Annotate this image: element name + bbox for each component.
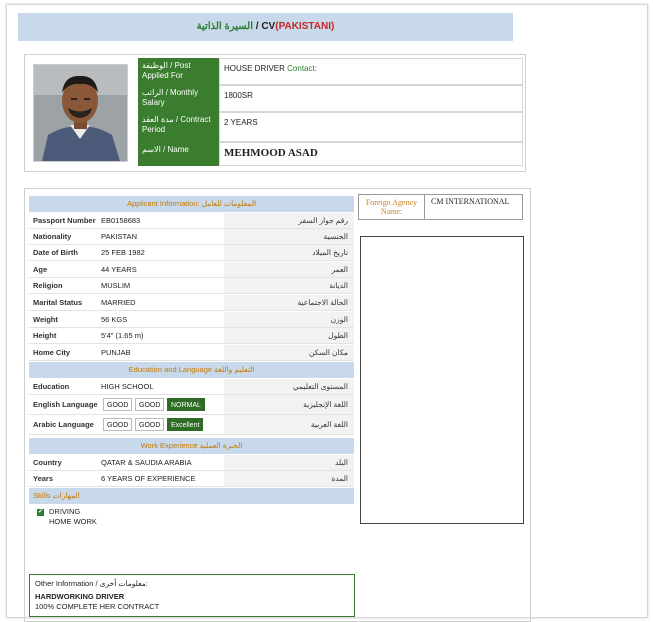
skills-header: Skills المهارات <box>29 488 354 504</box>
english-level-2: GOOD <box>135 398 165 411</box>
summary-box: الوظيفة / Post Applied For HOUSE DRIVER … <box>24 54 526 172</box>
arabic-level-selected: Excellent <box>167 418 204 431</box>
work-experience-header: Work Experience الخبرة العملية <box>29 438 354 454</box>
height-row: Height 5'4" (1.65 m) الطول <box>29 328 354 344</box>
weight-row: Weight 56 KGS الوزن <box>29 312 354 328</box>
english-language-row: English Language GOOD GOOD NORMAL اللغة … <box>29 395 354 415</box>
years-row: Years 6 YEARS OF EXPERIENCE المدة <box>29 471 354 487</box>
marital-status-row: Marital Status MARRIED الحالة الاجتماعية <box>29 295 354 311</box>
education-row: Education HIGH SCHOOL المستوى التعليمي <box>29 379 354 395</box>
nationality-row: Nationality PAKISTAN الجنسية <box>29 229 354 245</box>
name-row: الاسم / Name MEHMOOD ASAD <box>138 142 523 166</box>
details-box: Applicant Information: المعلومات للعامل … <box>24 188 531 622</box>
dob-row: Date of Birth 25 FEB 1982 تاريخ الميلاد <box>29 245 354 261</box>
post-applied-row: الوظيفة / Post Applied For HOUSE DRIVER … <box>138 58 523 85</box>
education-header: Education and Language التعليم واللغة <box>29 362 354 378</box>
blank-box <box>360 236 524 524</box>
country-row: Country QATAR & SAUDIA ARABIA البلد <box>29 455 354 471</box>
english-level-selected: NORMAL <box>167 398 205 411</box>
religion-row: Religion MUSLIM الديانة <box>29 278 354 294</box>
passport-row: Passport Number EB0158683 رقم جواز السفر <box>29 213 354 229</box>
home-city-row: Home City PUNJAB مكان السكن <box>29 345 354 361</box>
arabic-level-1: GOOD <box>103 418 133 431</box>
page-title: السيرة الذاتية / CV(PAKISTANI) <box>18 13 513 41</box>
skill-item: HOME WORK <box>49 517 97 526</box>
salary-row: الراتب / Monthly Salary 1800SR <box>138 85 523 112</box>
skills-list: ✔ DRIVING HOME WORK <box>37 507 97 527</box>
other-information-box: Other Information / معلومات أخرى: HARDWO… <box>29 574 355 617</box>
applicant-photo <box>33 64 128 162</box>
arabic-language-row: Arabic Language GOOD GOOD Excellent اللغ… <box>29 415 354 435</box>
applicant-info-header: Applicant Information: المعلومات للعامل <box>29 196 354 212</box>
age-row: Age 44 YEARS العمر <box>29 262 354 278</box>
contract-period-row: مدة العقد / Contract Period 2 YEARS <box>138 112 523 142</box>
skill-item: ✔ DRIVING <box>37 507 81 516</box>
arabic-level-2: GOOD <box>135 418 165 431</box>
english-level-1: GOOD <box>103 398 133 411</box>
foreign-agency-box: Foreign Agency Name: CM INTERNATIONAL <box>358 194 523 220</box>
checkbox-icon: ✔ <box>37 508 44 516</box>
